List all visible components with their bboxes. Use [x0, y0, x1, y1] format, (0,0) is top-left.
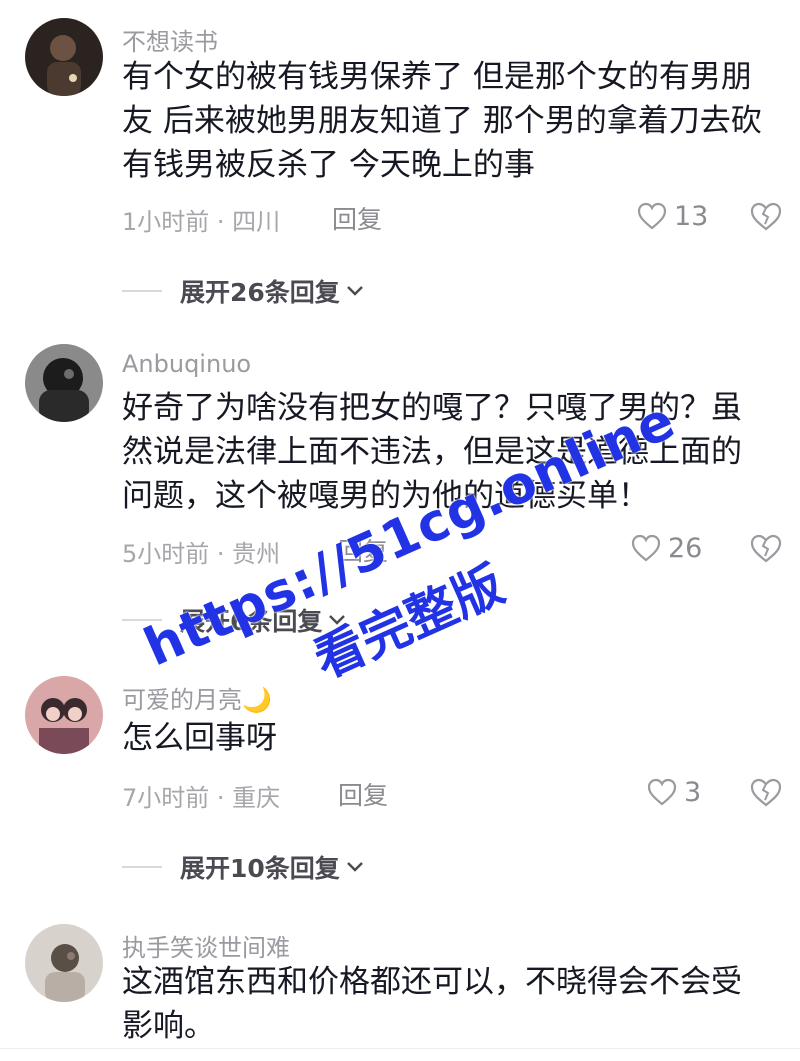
divider [122, 290, 162, 292]
broken-heart-icon [750, 778, 782, 807]
broken-heart-icon [750, 202, 782, 231]
comment-meta: 5小时前 · 贵州 [122, 540, 281, 568]
comment-text: 有个女的被有钱男保养了 但是那个女的有男朋 友 后来被她男朋友知道了 那个男的拿… [122, 55, 782, 187]
dislike-button[interactable] [748, 774, 784, 810]
broken-heart-icon [750, 534, 782, 563]
comment-text-line: 这酒馆东西和价格都还可以，不晓得会不会受 [122, 964, 742, 1000]
avatar[interactable] [25, 344, 103, 422]
dislike-button[interactable] [748, 198, 784, 234]
comment-username[interactable]: 可爱的月亮🌙 [122, 680, 272, 715]
expand-replies-button[interactable]: 展开26条回复 [122, 276, 364, 307]
reply-button[interactable]: 回复 [338, 776, 388, 812]
like-count: 3 [684, 776, 702, 808]
divider [122, 866, 162, 868]
like-count: 13 [674, 200, 709, 232]
reply-button[interactable]: 回复 [338, 532, 388, 568]
comment-item: 可爱的月亮🌙 怎么回事呀 7小时前 · 重庆 回复 3 展开10条回复 [0, 660, 800, 910]
avatar[interactable] [25, 924, 103, 1002]
like-button[interactable]: 13 [636, 198, 708, 234]
comment-text-line: 怎么回事呀 [122, 720, 277, 756]
avatar[interactable] [25, 18, 103, 96]
heart-outline-icon [647, 778, 677, 806]
avatar[interactable] [25, 676, 103, 754]
chevron-down-icon [346, 286, 363, 296]
comment-text-line: 问题，这个被嘎男的为他的道德买单！ [122, 478, 649, 514]
like-count: 26 [668, 532, 703, 564]
comment-text-line: 有个女的被有钱男保养了 但是那个女的有男朋 [122, 59, 752, 95]
dislike-button[interactable] [748, 530, 784, 566]
comment-text-line: 友 后来被她男朋友知道了 那个男的拿着刀去砍 [122, 103, 762, 139]
comment-username[interactable]: 执手笑谈世间难 [122, 928, 290, 963]
comment-meta: 1小时前 · 四川 [122, 208, 281, 236]
divider [122, 619, 162, 621]
heart-outline-icon [631, 534, 661, 562]
expand-replies-button[interactable]: 展开10条回复 [122, 852, 364, 883]
comment-username[interactable]: 不想读书 [122, 22, 218, 57]
comment-text-line: 影响。 [122, 1008, 215, 1044]
comment-item: 不想读书 有个女的被有钱男保养了 但是那个女的有男朋 友 后来被她男朋友知道了 … [0, 0, 800, 330]
expand-replies-button[interactable]: 展开6条回复 [122, 605, 346, 636]
expand-replies-label: 展开6条回复 [180, 607, 323, 636]
comment-item: 执手笑谈世间难 这酒馆东西和价格都还可以，不晓得会不会受 影响。 [0, 910, 800, 1050]
comment-text: 好奇了为啥没有把女的嘎了？只嘎了男的？虽 然说是法律上面不违法，但是这是道德上面… [122, 386, 782, 518]
chevron-down-icon [346, 862, 363, 872]
comment-item: Anbuqinuo 好奇了为啥没有把女的嘎了？只嘎了男的？虽 然说是法律上面不违… [0, 330, 800, 660]
chevron-down-icon [329, 615, 346, 625]
comment-text-line: 然说是法律上面不违法，但是这是道德上面的 [122, 434, 742, 470]
reply-button[interactable]: 回复 [332, 200, 382, 236]
comment-meta: 7小时前 · 重庆 [122, 784, 281, 812]
comment-text: 这酒馆东西和价格都还可以，不晓得会不会受 影响。 [122, 960, 782, 1048]
like-button[interactable]: 3 [646, 774, 701, 810]
comment-username[interactable]: Anbuqinuo [122, 350, 251, 378]
expand-replies-label: 展开10条回复 [180, 854, 340, 883]
comment-text: 怎么回事呀 [122, 716, 782, 760]
expand-replies-label: 展开26条回复 [180, 278, 340, 307]
comment-text-line: 好奇了为啥没有把女的嘎了？只嘎了男的？虽 [122, 390, 742, 426]
divider [0, 1048, 800, 1049]
heart-outline-icon [637, 202, 667, 230]
comment-text-line: 有钱男被反杀了 今天晚上的事 [122, 147, 535, 183]
like-button[interactable]: 26 [630, 530, 702, 566]
